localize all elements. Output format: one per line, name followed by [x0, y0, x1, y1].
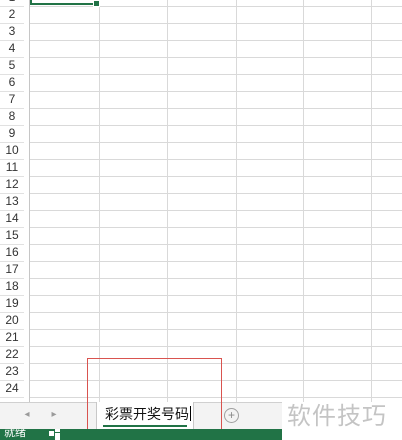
row-gridline	[30, 227, 402, 228]
text-cursor	[190, 406, 191, 421]
row-gridline	[30, 74, 402, 75]
row-gridline	[30, 363, 402, 364]
column-gridline	[371, 0, 372, 402]
sheet-tab-bar: ◂ ▸ 彩票开奖号码 +	[0, 402, 282, 430]
row-header[interactable]: 22	[0, 346, 24, 364]
row-header[interactable]: 23	[0, 363, 24, 381]
row-header[interactable]: 6	[0, 74, 24, 92]
row-header[interactable]: 16	[0, 244, 24, 262]
worksheet-grid[interactable]: 123456789101112131415161718192021222324	[0, 0, 402, 402]
row-gridline	[30, 278, 402, 279]
row-header[interactable]: 12	[0, 176, 24, 194]
row-header[interactable]: 14	[0, 210, 24, 228]
add-sheet-icon[interactable]: +	[224, 408, 239, 423]
watermark-text: 软件技巧	[287, 403, 387, 430]
row-gridline	[30, 261, 402, 262]
row-header[interactable]: 10	[0, 142, 24, 160]
row-gridline	[30, 295, 402, 296]
row-gridline	[30, 244, 402, 245]
previous-sheet-arrow-icon[interactable]: ◂	[20, 409, 34, 420]
row-header[interactable]: 17	[0, 261, 24, 279]
row-header[interactable]: 2	[0, 6, 24, 24]
column-gridline	[167, 0, 168, 402]
row-header[interactable]: 24	[0, 380, 24, 398]
row-header[interactable]: 5	[0, 57, 24, 75]
row-headers: 123456789101112131415161718192021222324	[0, 0, 30, 402]
row-header[interactable]: 18	[0, 278, 24, 296]
column-gridline	[99, 0, 100, 402]
row-header[interactable]: 21	[0, 329, 24, 347]
row-header[interactable]: 15	[0, 227, 24, 245]
row-gridline	[30, 57, 402, 58]
sheet-name-text: 彩票开奖号码	[105, 406, 189, 422]
status-bar: 就绪	[0, 429, 282, 440]
next-sheet-arrow-icon[interactable]: ▸	[47, 409, 61, 420]
row-header[interactable]: 9	[0, 125, 24, 143]
active-sheet-tab[interactable]: 彩票开奖号码	[96, 402, 194, 429]
row-gridline	[30, 125, 402, 126]
row-header[interactable]: 8	[0, 108, 24, 126]
row-gridline	[30, 91, 402, 92]
macro-recording-icon[interactable]	[49, 429, 61, 440]
row-gridline	[30, 23, 402, 24]
active-tab-underline	[103, 425, 187, 427]
row-gridline	[30, 40, 402, 41]
row-gridline	[30, 6, 402, 7]
row-header[interactable]: 7	[0, 91, 24, 109]
active-cell[interactable]	[30, 0, 100, 7]
row-header[interactable]: 11	[0, 159, 24, 177]
row-header[interactable]: 19	[0, 295, 24, 313]
status-ready-text: 就绪	[4, 429, 26, 439]
fill-handle[interactable]	[93, 0, 100, 7]
sheet-name-editor[interactable]: 彩票开奖号码	[105, 405, 191, 423]
row-header[interactable]: 13	[0, 193, 24, 211]
row-gridline	[30, 312, 402, 313]
column-gridline	[236, 0, 237, 402]
row-header[interactable]: 3	[0, 23, 24, 41]
row-header[interactable]: 4	[0, 40, 24, 58]
row-gridline	[30, 108, 402, 109]
row-gridline	[30, 346, 402, 347]
row-gridline	[30, 380, 402, 381]
row-gridline	[30, 159, 402, 160]
column-gridline	[303, 0, 304, 402]
row-gridline	[30, 142, 402, 143]
row-gridline	[30, 176, 402, 177]
row-gridline	[30, 329, 402, 330]
row-gridline	[30, 210, 402, 211]
row-header[interactable]: 20	[0, 312, 24, 330]
row-gridline	[30, 193, 402, 194]
